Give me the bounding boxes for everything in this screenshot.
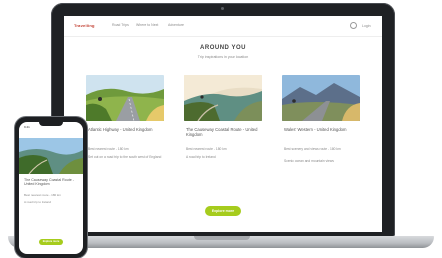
login-link[interactable]: Login: [362, 24, 371, 28]
status-time: 9:41: [24, 125, 30, 129]
trip-title[interactable]: The Causeway Coastal Route - United King…: [24, 178, 79, 187]
trip-card-causeway-coastal[interactable]: The Causeway Coastal Route - United King…: [184, 71, 262, 191]
trip-description: A road trip to Ireland: [24, 200, 52, 204]
nav-item-where-to-next[interactable]: Where to Next: [136, 23, 158, 27]
card-distance: Best nearest route - 180 km: [88, 147, 129, 151]
trip-distance: Best nearest route - 180 km: [24, 193, 62, 197]
card-description: A road trip to Ireland: [186, 155, 216, 159]
brand-logo[interactable]: Travelling: [74, 23, 95, 28]
trip-card-wales-western[interactable]: Wales' Western - United Kingdom Best sce…: [282, 71, 360, 191]
card-distance: Best nearest route - 180 km: [186, 147, 227, 151]
card-description: Scenic ocean and mountain views: [284, 159, 334, 163]
coast-photo[interactable]: [184, 75, 262, 121]
camera-icon: [221, 7, 224, 10]
coast-photo[interactable]: [19, 138, 83, 174]
page-title: AROUND YOU: [200, 45, 246, 51]
mountain-road-photo[interactable]: [282, 75, 360, 121]
nav-item-adventure[interactable]: Adventure: [168, 23, 184, 27]
laptop-screen: Travelling Road Trips Where to Next Adve…: [64, 16, 382, 232]
card-title[interactable]: The Causeway Coastal Route - United King…: [186, 127, 260, 137]
laptop-hinge-notch: [194, 236, 250, 240]
card-title[interactable]: Wales' Western - United Kingdom: [284, 127, 358, 132]
card-description: Set out on a road trip to the south west…: [88, 155, 162, 159]
account-icon[interactable]: [350, 22, 357, 29]
explore-more-button[interactable]: Explore more: [39, 239, 63, 245]
card-title[interactable]: Atlantic Highway - United Kingdom: [88, 127, 162, 132]
nav-item-road-trips[interactable]: Road Trips: [112, 23, 129, 27]
phone-screen: 9:41 The Causeway Coastal Route - United…: [19, 122, 83, 254]
site-header: Travelling Road Trips Where to Next Adve…: [64, 16, 382, 37]
card-distance: Best scenery and views route - 180 km: [284, 147, 341, 151]
explore-more-button[interactable]: Explore more: [205, 206, 241, 216]
trip-card-atlantic-highway[interactable]: Atlantic Highway - United Kingdom Best n…: [86, 71, 164, 191]
page-subtitle: Trip inspirations in your location: [197, 55, 249, 59]
road-photo[interactable]: [86, 75, 164, 121]
phone-notch: [39, 121, 63, 126]
